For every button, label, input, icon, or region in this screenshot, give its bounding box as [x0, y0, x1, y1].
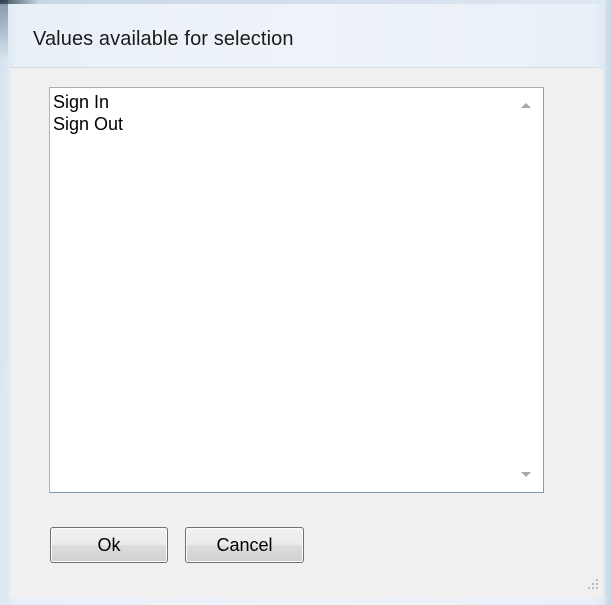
window-right-edge [605, 0, 611, 605]
dialog-window: Values available for selection Sign In S… [0, 0, 611, 605]
ok-button[interactable]: Ok [50, 527, 168, 563]
window-left-edge [0, 0, 8, 605]
chevron-up-icon[interactable] [521, 103, 531, 108]
list-item-sign-out[interactable]: Sign Out [53, 113, 507, 135]
dialog-title: Values available for selection [33, 28, 294, 50]
chevron-down-icon[interactable] [521, 472, 531, 477]
window-top-edge [0, 0, 611, 4]
cancel-button[interactable]: Cancel [185, 527, 304, 563]
values-listbox[interactable]: Sign In Sign Out [49, 87, 544, 493]
values-list: Sign In Sign Out [53, 91, 507, 135]
resize-grip-icon[interactable] [586, 579, 598, 591]
list-item-sign-in[interactable]: Sign In [53, 91, 507, 113]
vertical-scrollbar[interactable] [509, 88, 543, 492]
